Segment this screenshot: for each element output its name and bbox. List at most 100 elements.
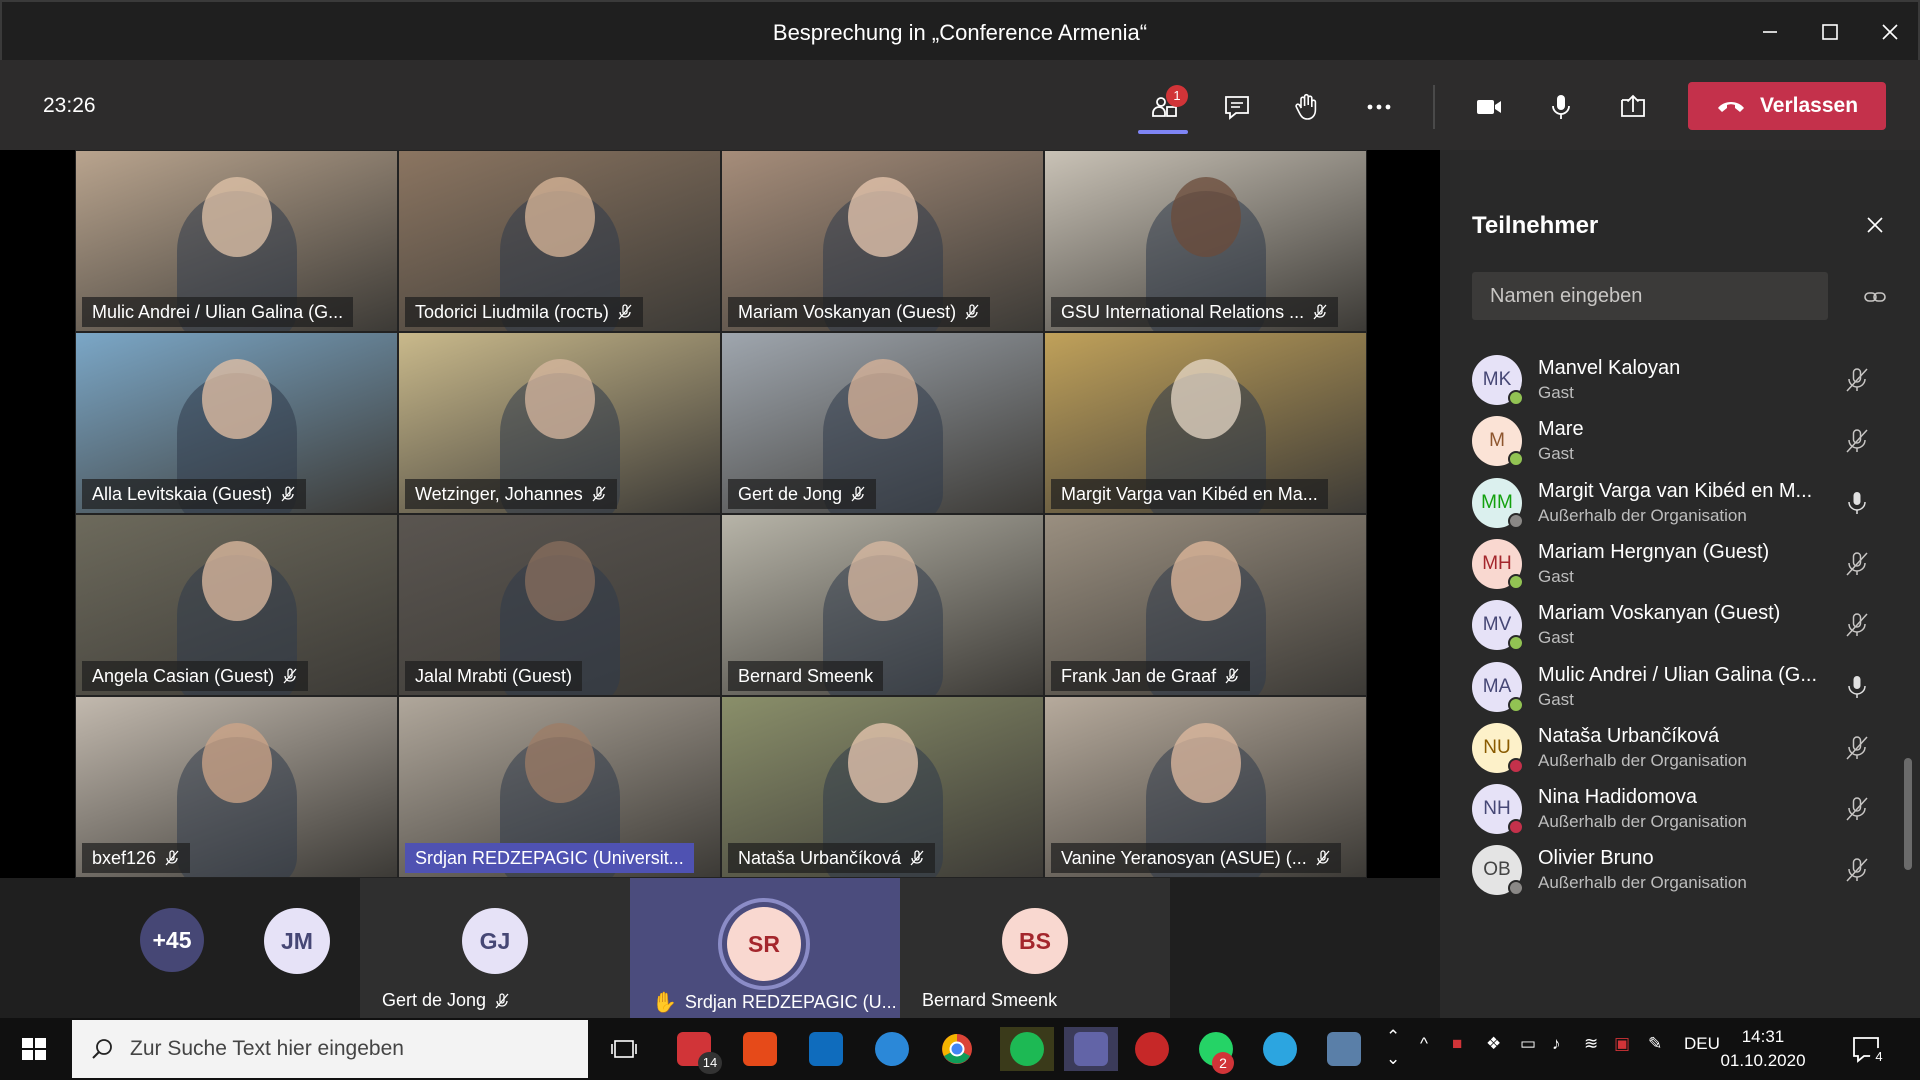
outlook-blue-icon[interactable] xyxy=(804,1027,848,1071)
presence-status-icon xyxy=(1508,512,1524,529)
mic-off-icon[interactable] xyxy=(1840,608,1874,642)
mic-off-icon[interactable] xyxy=(1840,424,1874,458)
video-tile[interactable]: GSU International Relations ... xyxy=(1044,150,1367,332)
mic-off-icon[interactable] xyxy=(1840,792,1874,826)
more-options-icon[interactable] xyxy=(1354,82,1404,132)
raise-hand-icon[interactable] xyxy=(1282,82,1332,132)
leave-button[interactable]: Verlassen xyxy=(1688,82,1886,130)
clock-time: 14:31 xyxy=(1741,1027,1785,1046)
microphone-icon[interactable] xyxy=(1536,82,1586,132)
search-icon xyxy=(92,1039,112,1059)
video-tile[interactable]: Wetzinger, Johannes xyxy=(398,332,721,514)
cloud-upload-icon[interactable] xyxy=(870,1027,914,1071)
panel-close-icon[interactable] xyxy=(1858,208,1892,242)
participant-face xyxy=(1170,541,1241,621)
teams-icon[interactable] xyxy=(1064,1027,1118,1071)
pen-icon[interactable]: ✎ xyxy=(1648,1034,1662,1054)
participant-role: Gast xyxy=(1538,628,1574,648)
panel-scrollbar[interactable] xyxy=(1904,758,1912,870)
video-participant-name: Alla Levitskaia (Guest) xyxy=(92,483,273,504)
notifications-icon[interactable]: 4 xyxy=(1850,1032,1888,1066)
video-participant-name: Mulic Andrei / Ulian Galina (G... xyxy=(92,301,344,322)
participant-row[interactable]: OB Olivier Bruno Außerhalb der Organisatio… xyxy=(1440,835,1920,910)
meeting-toolbar: 23:26 xyxy=(0,60,1920,150)
video-tile[interactable]: Vanine Yeranosyan (ASUE) (... xyxy=(1044,696,1367,878)
avatar-gj: GJ xyxy=(462,908,528,974)
whatsapp-badge: 2 xyxy=(1212,1052,1234,1074)
maximize-icon[interactable] xyxy=(1802,12,1858,52)
spotify-icon[interactable] xyxy=(1000,1027,1054,1071)
avatar-sr: SR xyxy=(727,907,801,981)
wifi-icon[interactable]: ≋ xyxy=(1584,1034,1598,1054)
mic-on-icon[interactable] xyxy=(1840,486,1874,520)
video-participant-name: Nataša Urbančíková xyxy=(738,847,902,868)
hang-up-icon xyxy=(1717,102,1744,112)
video-tile[interactable]: Frank Jan de Graaf xyxy=(1044,514,1367,696)
video-tile[interactable]: Mulic Andrei / Ulian Galina (G... xyxy=(75,150,398,332)
video-participant-name: Jalal Mrabti (Guest) xyxy=(415,665,573,686)
tray-chevron-up-icon[interactable]: ^ xyxy=(1420,1034,1428,1054)
video-tile[interactable]: Nataša Urbančíková xyxy=(721,696,1044,878)
minimize-icon[interactable] xyxy=(1742,12,1798,52)
video-tile[interactable]: Todorici Liudmila (гость) xyxy=(398,150,721,332)
battery-icon[interactable]: ▭ xyxy=(1520,1034,1536,1054)
chat-icon[interactable] xyxy=(1212,82,1262,132)
dropbox-icon[interactable]: ❖ xyxy=(1486,1034,1501,1054)
participant-face xyxy=(201,541,272,621)
game-app-icon[interactable] xyxy=(1130,1027,1174,1071)
strip-cell-srdjan[interactable]: SR ✋ Srdjan REDZEPAGIC (U... xyxy=(630,878,900,1018)
participant-face xyxy=(1170,723,1241,803)
presence-status-icon xyxy=(1508,390,1524,406)
mic-off-icon[interactable] xyxy=(1840,853,1874,887)
video-tile[interactable]: Gert de Jong xyxy=(721,332,1044,514)
taskbar-search-box[interactable]: Zur Suche Text hier eingeben xyxy=(72,1020,588,1078)
mic-off-icon[interactable] xyxy=(1840,547,1874,581)
video-participant-name: Bernard Smeenk xyxy=(738,665,874,686)
windows-taskbar: Zur Suche Text hier eingeben 14 2 ⌃ ⌄ ^ ■… xyxy=(0,1018,1920,1080)
strip-cell-gert[interactable]: GJ Gert de Jong xyxy=(360,878,630,1018)
video-tile[interactable]: Jalal Mrabti (Guest) xyxy=(398,514,721,696)
participant-search-input[interactable] xyxy=(1472,272,1828,320)
camera-icon[interactable] xyxy=(1464,82,1514,132)
chrome-icon[interactable] xyxy=(935,1027,979,1071)
presence-status-icon xyxy=(1508,819,1524,836)
participant-face xyxy=(1170,177,1241,257)
mic-on-icon[interactable] xyxy=(1840,670,1874,704)
network-app-icon[interactable] xyxy=(1322,1027,1366,1071)
antivirus-icon[interactable]: ▣ xyxy=(1614,1034,1630,1054)
participant-name: Mariam Voskanyan (Guest) xyxy=(1538,602,1781,625)
share-link-icon[interactable] xyxy=(1858,280,1892,314)
tasks-badge: 14 xyxy=(698,1052,722,1074)
video-stage: Mulic Andrei / Ulian Galina (G... Todoric… xyxy=(0,150,1440,878)
outlook-icon[interactable] xyxy=(738,1027,782,1071)
mic-off-icon xyxy=(851,486,865,502)
video-participant-name: GSU International Relations ... xyxy=(1061,301,1305,322)
mic-off-icon[interactable] xyxy=(1840,731,1874,765)
video-tile[interactable]: Bernard Smeenk xyxy=(721,514,1044,696)
tray-alert-icon[interactable]: ■ xyxy=(1452,1034,1462,1054)
strip-cell-bernard[interactable]: BS Bernard Smeenk xyxy=(900,878,1170,1018)
avatar-jm[interactable]: JM xyxy=(264,908,330,974)
overflow-count[interactable]: +45 xyxy=(140,908,204,972)
video-tile[interactable]: Angela Casian (Guest) xyxy=(75,514,398,696)
video-participant-name: Gert de Jong xyxy=(738,483,843,504)
mic-off-icon[interactable] xyxy=(1840,363,1874,397)
telegram-icon[interactable] xyxy=(1258,1027,1302,1071)
windows-start-icon[interactable] xyxy=(14,1032,54,1066)
taskbar-clock[interactable]: 14:31 01.10.2020 xyxy=(1710,1025,1816,1073)
video-tile[interactable]: Mariam Voskanyan (Guest) xyxy=(721,150,1044,332)
close-icon[interactable] xyxy=(1862,12,1918,52)
video-tile[interactable]: Srdjan REDZEPAGIC (Universit... xyxy=(398,696,721,878)
participant-role: Außerhalb der Organisation xyxy=(1538,812,1747,832)
video-tile[interactable]: Margit Varga van Kibéd en Ma... xyxy=(1044,332,1367,514)
task-view-icon[interactable] xyxy=(602,1027,646,1071)
video-name-tag: Jalal Mrabti (Guest) xyxy=(405,661,583,691)
tray-scroll-icon[interactable]: ⌃ ⌄ xyxy=(1386,1026,1400,1070)
participant-role: Gast xyxy=(1538,566,1574,586)
volume-icon[interactable]: ♪ xyxy=(1552,1034,1561,1054)
video-tile[interactable]: Alla Levitskaia (Guest) xyxy=(75,332,398,514)
participant-role: Außerhalb der Organisation xyxy=(1538,505,1747,525)
video-name-tag: Srdjan REDZEPAGIC (Universit... xyxy=(405,843,694,873)
share-screen-icon[interactable] xyxy=(1608,82,1658,132)
video-tile[interactable]: bxef126 xyxy=(75,696,398,878)
